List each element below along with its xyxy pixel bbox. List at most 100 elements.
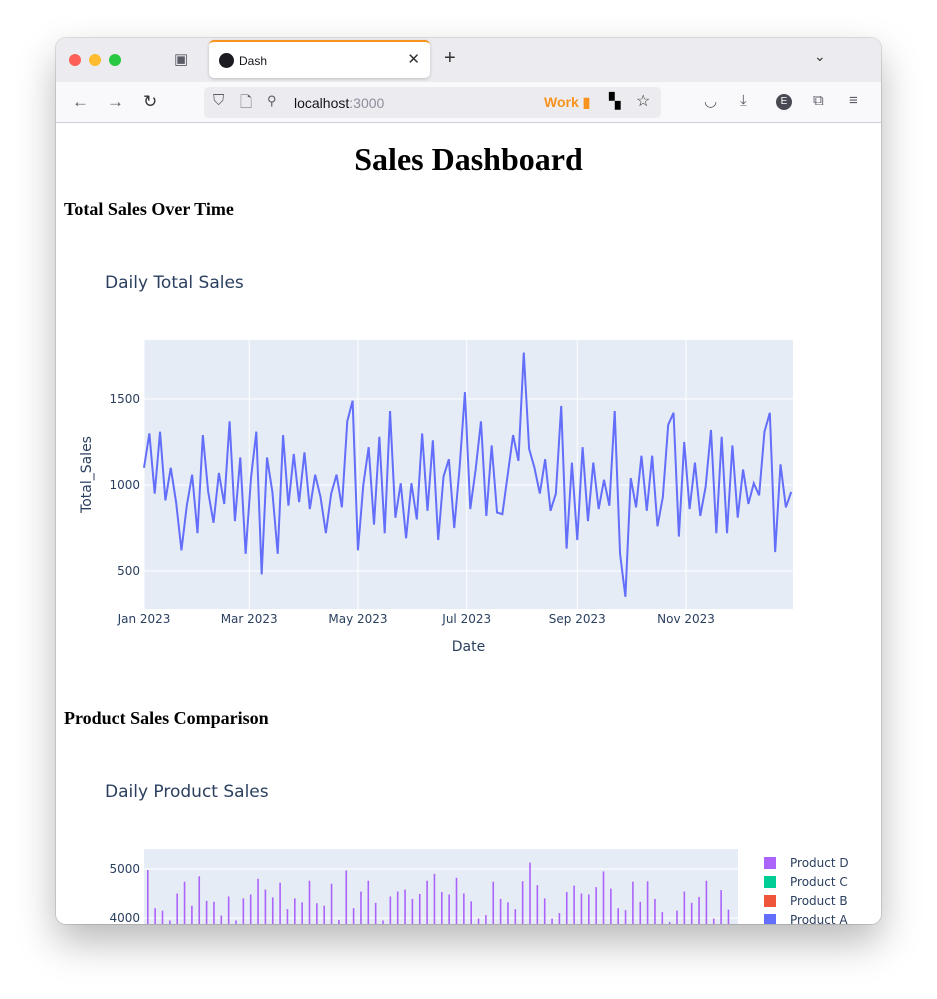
- bar-product-d: [279, 882, 281, 924]
- y-tick-label: 1500: [109, 392, 140, 406]
- bar-product-d: [176, 893, 178, 924]
- bar-product-d: [433, 873, 436, 924]
- bar-product-d: [418, 893, 421, 924]
- close-tab-icon[interactable]: ✕: [407, 50, 420, 68]
- page-content: Sales Dashboard Total Sales Over Time Da…: [56, 123, 881, 924]
- bar-product-d: [617, 908, 619, 924]
- bar-product-d: [705, 880, 708, 924]
- minimize-window-button[interactable]: [89, 54, 101, 66]
- bar-product-d: [580, 893, 583, 924]
- y-tick-label: 500: [117, 564, 140, 578]
- bar-product-d: [654, 898, 656, 924]
- bar-product-d: [507, 902, 509, 924]
- bar-product-d: [191, 905, 193, 924]
- bar-product-d: [514, 909, 517, 924]
- bar-product-d: [396, 891, 399, 924]
- bar-product-d: [286, 909, 289, 924]
- forward-icon[interactable]: →: [107, 92, 124, 112]
- pocket-icon[interactable]: ◡: [704, 92, 717, 110]
- account-avatar-icon[interactable]: E: [776, 94, 792, 110]
- bar-product-d: [551, 918, 553, 924]
- bar-product-d: [205, 900, 208, 924]
- bar-product-d: [712, 918, 715, 924]
- bar-product-d: [543, 898, 546, 924]
- bar-product-d: [690, 902, 693, 924]
- bar-product-d: [470, 901, 472, 924]
- bar-product-d: [169, 920, 171, 924]
- x-tick-label: Sep 2023: [549, 612, 606, 626]
- bar-product-d: [360, 891, 362, 924]
- back-icon[interactable]: ←: [72, 92, 89, 112]
- x-tick-label: Mar 2023: [221, 612, 278, 626]
- url-port: :3000: [349, 95, 385, 111]
- bar-product-d: [661, 912, 664, 924]
- bar-product-d: [448, 894, 450, 924]
- page-icon: 🗋: [240, 94, 253, 111]
- list-tabs-chevron-icon[interactable]: ⌄: [814, 48, 826, 65]
- browser-window: ▣ Dash ✕ + ⌄ ← → ↻ ⛉ 🗋 ⚲ localhost:3000 …: [56, 38, 881, 924]
- bar-product-d: [213, 901, 215, 924]
- legend-swatch: [764, 895, 776, 907]
- reload-icon[interactable]: ↻: [143, 92, 157, 112]
- y-tick-label: 1000: [109, 478, 140, 492]
- bar-product-d: [521, 881, 524, 924]
- bar-product-d: [632, 881, 634, 924]
- bar-product-d: [536, 885, 539, 924]
- bar-product-d: [301, 902, 303, 924]
- bar-product-d: [147, 869, 149, 924]
- extensions-icon[interactable]: ⧉: [813, 92, 824, 109]
- bar-product-d: [698, 896, 700, 924]
- qr-code-icon[interactable]: ▚: [609, 92, 621, 110]
- y-tick-label: 4000: [109, 911, 140, 924]
- bookmark-star-icon[interactable]: ☆: [636, 91, 650, 111]
- tab-title: Dash: [239, 54, 268, 68]
- x-tick-label: May 2023: [328, 612, 387, 626]
- x-tick-label: Nov 2023: [657, 612, 715, 626]
- close-window-button[interactable]: [69, 54, 81, 66]
- bar-product-d: [565, 892, 568, 924]
- bar-product-d: [624, 910, 627, 924]
- section-heading-total-sales: Total Sales Over Time: [64, 199, 234, 219]
- download-icon[interactable]: ⤓: [740, 92, 747, 109]
- x-tick-label: Jan 2023: [117, 612, 171, 626]
- bar-chart[interactable]: 4000 5000 Product D Product C Product B Produ…: [56, 833, 881, 924]
- zoom-window-button[interactable]: [109, 54, 121, 66]
- bar-product-d: [308, 880, 311, 924]
- bar-product-d: [492, 881, 495, 924]
- bar-product-d: [294, 898, 296, 924]
- bar-product-d: [345, 870, 348, 924]
- legend-label: Product B: [790, 894, 848, 908]
- legend-swatch: [764, 876, 776, 888]
- bar-product-d: [477, 918, 480, 924]
- legend-label: Product D: [790, 856, 849, 870]
- x-axis-title: Date: [452, 639, 485, 655]
- bar-product-d: [338, 919, 340, 924]
- bar-product-d: [271, 897, 274, 924]
- page-title: Sales Dashboard: [354, 141, 583, 177]
- bar-product-d: [227, 896, 230, 924]
- bar-product-d: [646, 881, 649, 924]
- shield-icon[interactable]: ⛉: [213, 92, 224, 109]
- y-axis-title: Total_Sales: [79, 436, 95, 514]
- dash-favicon-icon: [219, 53, 234, 68]
- bar-product-d: [639, 901, 642, 924]
- tab-bar: ▣ Dash ✕ + ⌄: [56, 38, 881, 82]
- permissions-icon[interactable]: ⚲: [267, 93, 277, 109]
- bar-product-d: [727, 909, 730, 924]
- bar-product-d: [323, 905, 325, 924]
- line-chart[interactable]: Jan 2023 Mar 2023 May 2023 Jul 2023 Sep 2023…: [56, 323, 881, 703]
- bar-product-d: [249, 894, 252, 924]
- section-heading-product-sales: Product Sales Comparison: [64, 708, 269, 728]
- tab-dash[interactable]: Dash ✕: [209, 40, 430, 78]
- y-tick-label: 5000: [109, 862, 140, 876]
- url-bar[interactable]: ⛉ 🗋 ⚲ localhost:3000 Work ▮ ▚ ☆: [204, 87, 661, 118]
- legend-swatch: [764, 914, 776, 924]
- legend-swatch: [764, 857, 776, 869]
- tab-tray-icon[interactable]: ▣: [174, 50, 188, 68]
- new-tab-icon[interactable]: +: [444, 47, 456, 70]
- bar-product-d: [455, 877, 458, 924]
- container-badge[interactable]: Work ▮: [544, 94, 590, 111]
- bar-product-d: [382, 920, 384, 924]
- bar-product-d: [257, 878, 259, 924]
- menu-icon[interactable]: ≡: [849, 92, 858, 109]
